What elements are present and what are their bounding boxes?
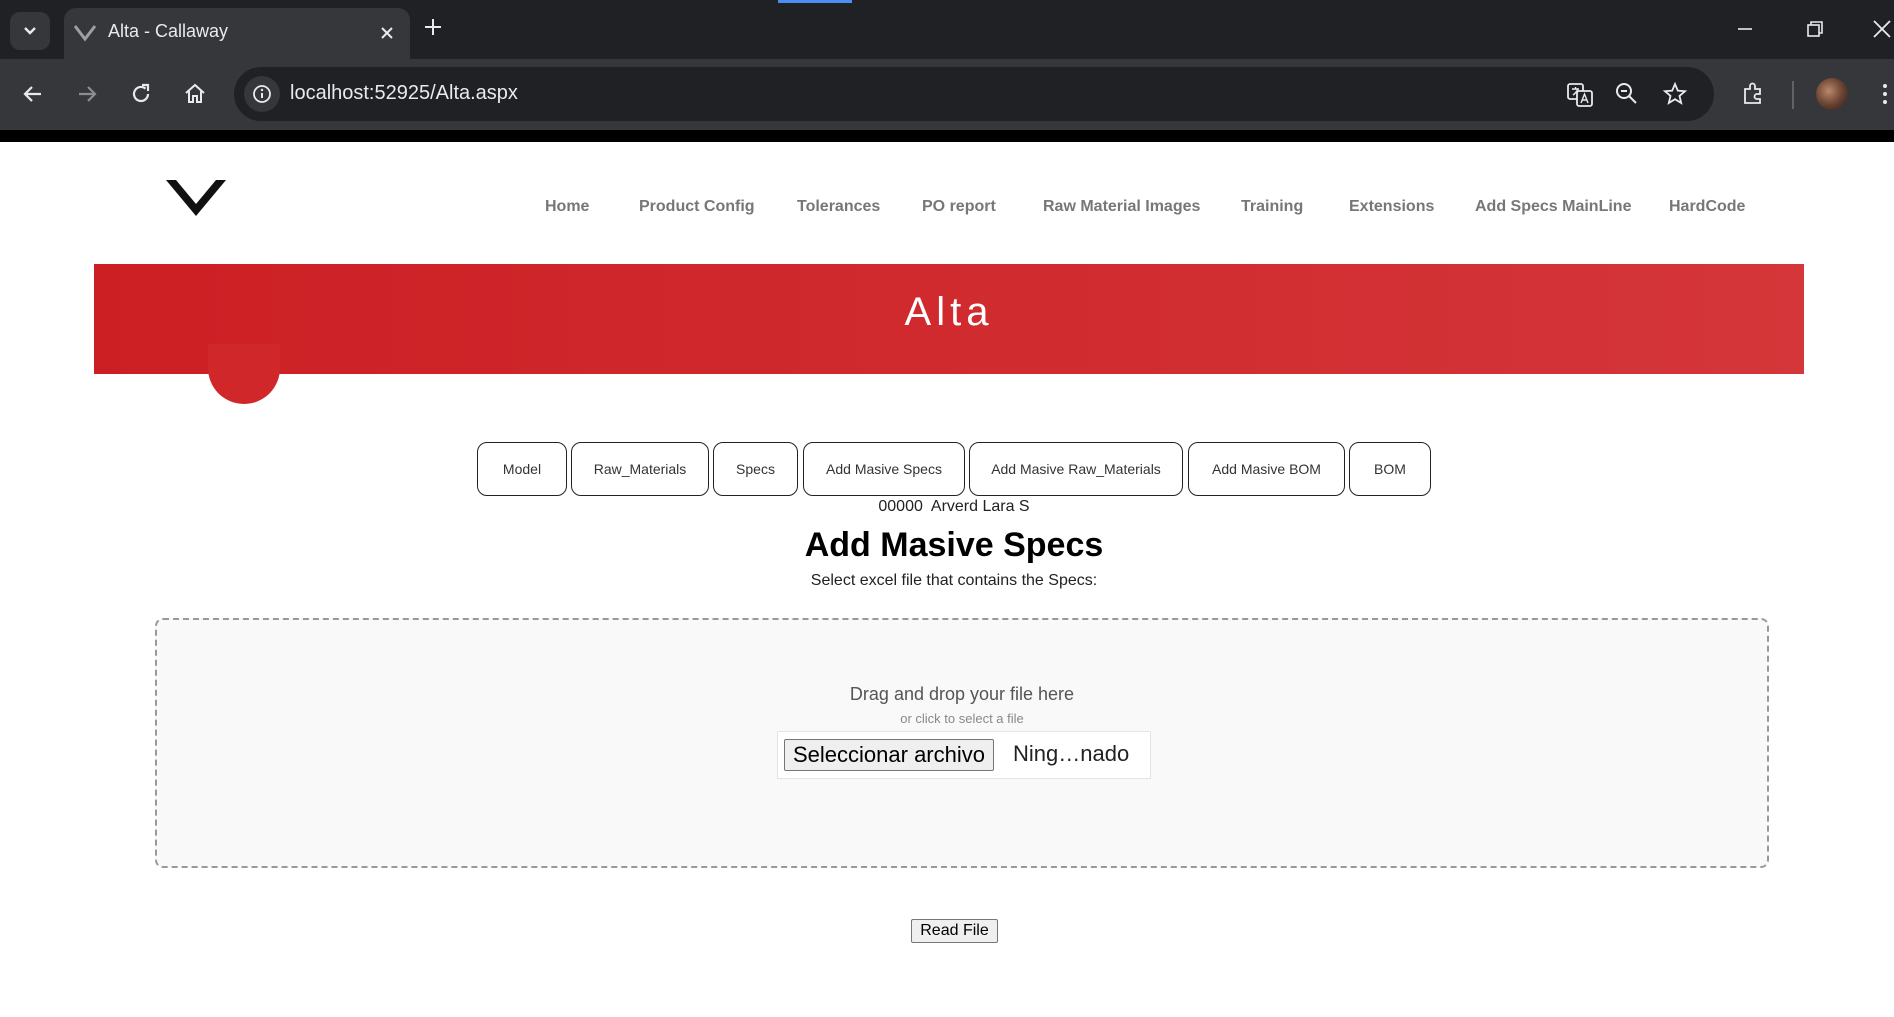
extensions-icon[interactable]: [1738, 79, 1768, 109]
file-dropzone[interactable]: Drag and drop your file here or click to…: [155, 618, 1769, 868]
tab-add-masive-specs[interactable]: Add Masive Specs: [803, 442, 965, 496]
minimize-window-icon[interactable]: [1736, 20, 1754, 38]
zoom-icon[interactable]: [1614, 81, 1640, 107]
loading-indicator: [778, 0, 852, 3]
nav-training[interactable]: Training: [1241, 198, 1303, 216]
banner-decoration: [208, 344, 280, 404]
bookmark-star-icon[interactable]: [1662, 81, 1688, 107]
nav-home[interactable]: Home: [545, 198, 589, 216]
tab-model[interactable]: Model: [477, 442, 567, 496]
tab-add-masive-raw-materials[interactable]: Add Masive Raw_Materials: [969, 442, 1183, 496]
tab-specs[interactable]: Specs: [713, 442, 798, 496]
page-title: Alta: [904, 290, 994, 334]
nav-tolerances[interactable]: Tolerances: [797, 198, 880, 216]
file-input[interactable]: Seleccionar archivo Ning…nado: [777, 731, 1151, 779]
browser-menu-icon[interactable]: [1870, 79, 1894, 109]
callaway-favicon-icon: [72, 20, 98, 46]
nav-extensions[interactable]: Extensions: [1349, 198, 1434, 216]
dropzone-text: Drag and drop your file here: [849, 684, 1075, 704]
select-file-button[interactable]: Seleccionar archivo: [784, 739, 994, 771]
tab-raw-materials[interactable]: Raw_Materials: [571, 442, 709, 496]
tab-add-masive-bom[interactable]: Add Masive BOM: [1188, 442, 1345, 496]
file-status-text: Ning…nado: [1013, 741, 1130, 766]
user-id: 00000: [878, 498, 923, 515]
browser-tab-strip: Alta - Callaway: [0, 0, 1894, 59]
nav-add-specs-mainline[interactable]: Add Specs MainLine: [1475, 198, 1631, 216]
user-info: 00000 Arverd Lara S: [0, 498, 1894, 516]
site-info-icon[interactable]: [244, 76, 280, 112]
browser-toolbar: localhost:52925/Alta.aspx: [0, 59, 1894, 130]
nav-hardcode[interactable]: HardCode: [1669, 198, 1745, 216]
tab-bom[interactable]: BOM: [1349, 442, 1431, 496]
close-window-icon[interactable]: [1872, 19, 1892, 39]
close-tab-icon[interactable]: [376, 22, 398, 44]
page-content: Home Product Config Tolerances PO report…: [0, 142, 1894, 1017]
tab-title: Alta - Callaway: [108, 21, 229, 41]
new-tab-icon[interactable]: [422, 16, 444, 38]
nav-po-report[interactable]: PO report: [922, 198, 996, 216]
read-file-button[interactable]: Read File: [911, 919, 998, 943]
page-top-strip: [0, 130, 1894, 142]
section-title: Add Masive Specs: [804, 526, 1104, 564]
profile-avatar[interactable]: [1816, 78, 1848, 110]
toolbar-divider: [1792, 81, 1794, 109]
address-bar[interactable]: localhost:52925/Alta.aspx: [234, 67, 1714, 121]
translate-icon[interactable]: [1566, 81, 1594, 109]
reload-icon[interactable]: [126, 79, 156, 109]
url-text: localhost:52925/Alta.aspx: [290, 82, 518, 104]
section-subtitle: Select excel file that contains the Spec…: [810, 572, 1098, 589]
restore-window-icon[interactable]: [1806, 20, 1824, 38]
chevron-down-icon: [24, 27, 36, 35]
dropzone-subtext: or click to select a file: [900, 711, 1024, 726]
main-navigation: Home Product Config Tolerances PO report…: [0, 198, 1894, 228]
page-banner: Alta: [94, 264, 1804, 374]
user-name: Arverd Lara S: [930, 498, 1030, 515]
nav-raw-material-images[interactable]: Raw Material Images: [1043, 198, 1200, 216]
tab-search-button[interactable]: [10, 12, 50, 50]
nav-product-config[interactable]: Product Config: [639, 198, 755, 216]
browser-tab-active[interactable]: Alta - Callaway: [64, 8, 410, 59]
home-icon[interactable]: [180, 79, 210, 109]
back-icon[interactable]: [18, 79, 48, 109]
forward-icon[interactable]: [72, 79, 102, 109]
